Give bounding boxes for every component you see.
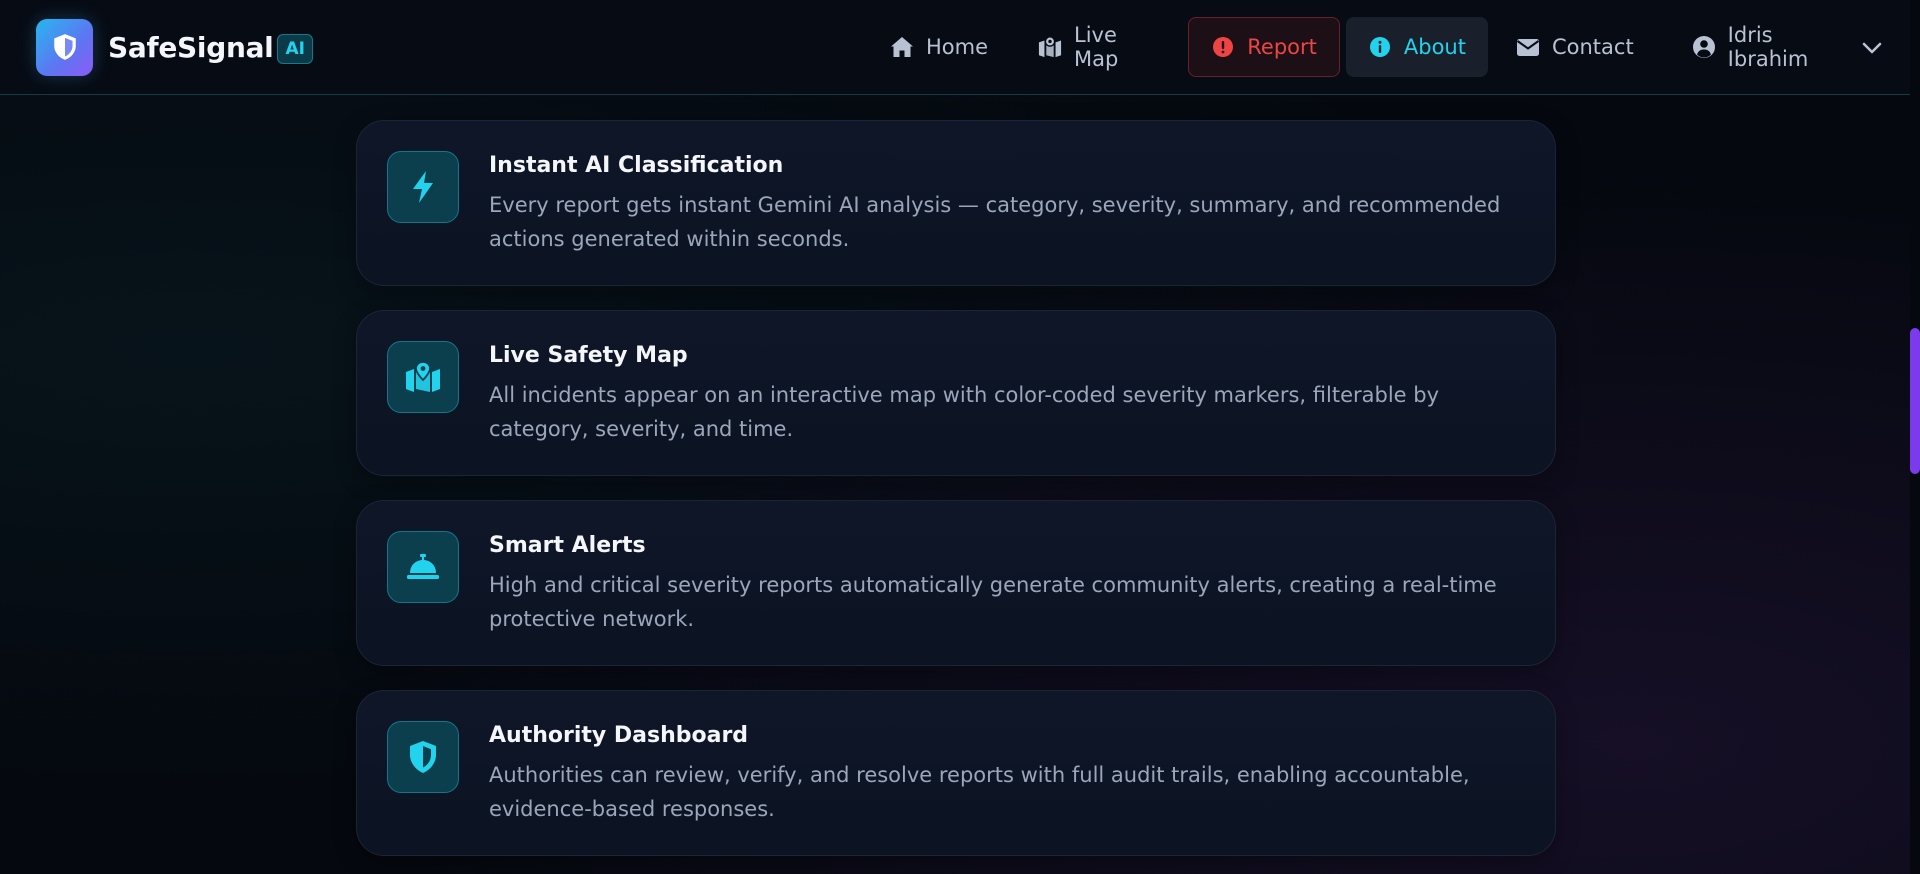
- envelope-icon: [1516, 35, 1540, 59]
- top-navbar: SafeSignal AI Home Live Map Report About…: [0, 0, 1910, 95]
- nav-report[interactable]: Report: [1188, 17, 1340, 77]
- scrollbar-thumb[interactable]: [1910, 328, 1920, 474]
- feature-card: Live Safety Map All incidents appear on …: [356, 310, 1556, 476]
- user-menu[interactable]: Idris Ibrahim: [1670, 17, 1904, 77]
- nav-report-label: Report: [1247, 35, 1317, 59]
- nav-contact[interactable]: Contact: [1494, 17, 1656, 77]
- user-circle-icon: [1692, 35, 1716, 59]
- user-name: Idris Ibrahim: [1727, 23, 1809, 71]
- feature-card: Instant AI Classification Every report g…: [356, 120, 1556, 286]
- nav-live-map[interactable]: Live Map: [1016, 17, 1182, 77]
- bolt-icon: [387, 151, 459, 223]
- brand[interactable]: SafeSignal AI: [36, 18, 313, 76]
- feature-description: Authorities can review, verify, and reso…: [489, 763, 1470, 821]
- shield-logo-icon: [36, 18, 93, 76]
- feature-card: Authority Dashboard Authorities can revi…: [356, 690, 1556, 856]
- exclamation-circle-icon: [1211, 35, 1235, 59]
- nav-links: Home Live Map Report About Contact Idris…: [868, 16, 1910, 78]
- brand-ai-badge: AI: [277, 34, 313, 64]
- feature-title: Smart Alerts: [489, 533, 646, 558]
- chevron-down-icon: [1862, 35, 1882, 59]
- feature-description: Every report gets instant Gemini AI anal…: [489, 193, 1501, 251]
- nav-about-label: About: [1403, 35, 1466, 59]
- nav-contact-label: Contact: [1551, 35, 1634, 59]
- map-location-icon: [1038, 35, 1062, 59]
- map-location-icon: [387, 341, 459, 413]
- shield-icon: [387, 721, 459, 793]
- feature-title: Authority Dashboard: [489, 723, 749, 748]
- feature-card: Smart Alerts High and critical severity …: [356, 500, 1556, 666]
- feature-description: All incidents appear on an interactive m…: [489, 383, 1440, 441]
- feature-title: Instant AI Classification: [489, 153, 784, 178]
- feature-title: Live Safety Map: [489, 343, 688, 368]
- bell-concierge-icon: [387, 531, 459, 603]
- nav-about[interactable]: About: [1345, 17, 1488, 77]
- brand-name: SafeSignal: [108, 30, 274, 64]
- info-circle-icon: [1368, 35, 1392, 59]
- house-icon: [890, 35, 914, 59]
- feature-description: High and critical severity reports autom…: [489, 573, 1497, 631]
- nav-live-map-label: Live Map: [1074, 23, 1119, 71]
- nav-home-label: Home: [926, 35, 989, 59]
- features-list: Instant AI Classification Every report g…: [356, 120, 1556, 874]
- nav-home[interactable]: Home: [868, 17, 1010, 77]
